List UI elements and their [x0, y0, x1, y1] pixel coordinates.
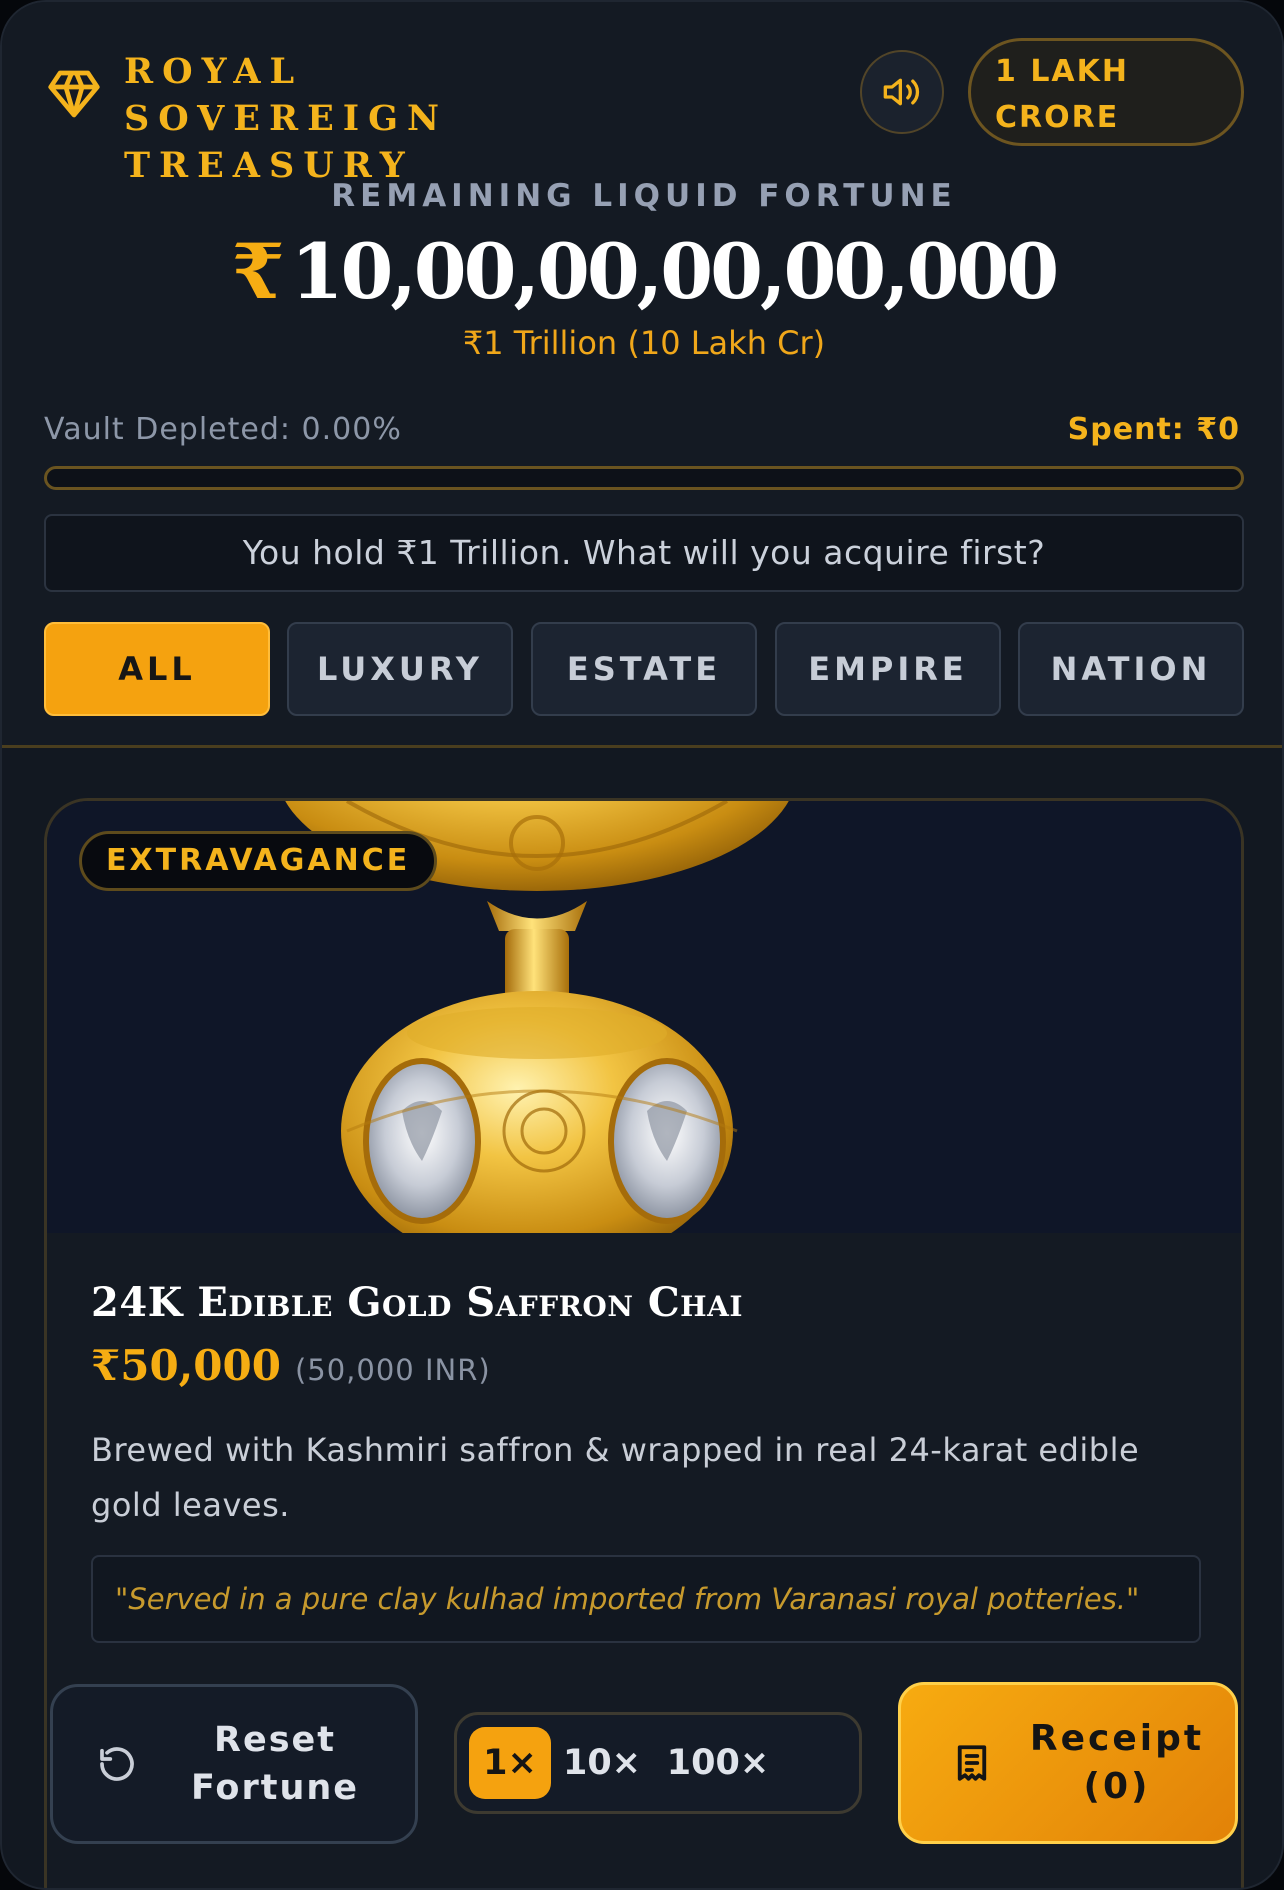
brand: ROYAL SOVEREIGN TREASURY [46, 48, 644, 189]
vault-progress-bar [44, 466, 1244, 490]
prompt-message: You hold ₹1 Trillion. What will you acqu… [44, 514, 1244, 592]
item-title: 24K Edible Gold Saffron Chai [91, 1279, 743, 1326]
sound-toggle-button[interactable] [860, 50, 944, 134]
brand-title: ROYAL SOVEREIGN TREASURY [124, 51, 449, 186]
item-price-inr: (50,000 INR) [294, 1353, 491, 1387]
tab-estate[interactable]: ESTATE [531, 622, 757, 716]
item-quote: "Served in a pure clay kulhad imported f… [91, 1555, 1201, 1643]
fortune-value: 10,00,00,00,00,000 [290, 227, 1060, 316]
reset-fortune-label: Reset Fortune [190, 1720, 360, 1808]
item-description: Brewed with Kashmiri saffron & wrapped i… [91, 1431, 1140, 1524]
vault-depleted-label: Vault Depleted: 0.00% [44, 412, 402, 447]
multiplier-selector: 1× 10× 100× [454, 1712, 862, 1814]
fortune-subtitle: ₹1 Trillion (10 Lakh Cr) [462, 324, 826, 362]
multiplier-10x[interactable]: 10× [557, 1727, 647, 1799]
item-image: EXTRAVAGANCE [47, 801, 1241, 1233]
receipt-button[interactable]: Receipt (0) [898, 1682, 1238, 1844]
bottom-bar: Reset Fortune 1× 10× 100× Receipt (0) [2, 1662, 1282, 1888]
tab-empire[interactable]: EMPIRE [775, 622, 1001, 716]
reset-fortune-button[interactable]: Reset Fortune [50, 1684, 418, 1844]
fortune-label: REMAINING LIQUID FORTUNE [331, 178, 957, 214]
tab-nation[interactable]: NATION [1018, 622, 1244, 716]
diamond-icon [48, 70, 100, 118]
tab-all[interactable]: ALL [44, 622, 270, 716]
speaker-icon [883, 78, 920, 106]
tab-luxury[interactable]: LUXURY [287, 622, 513, 716]
currency-symbol: ₹ [231, 227, 285, 316]
fortune-amount: ₹10,00,00,00,00,000 [2, 224, 1282, 320]
denomination-badge[interactable]: 1 LAKH CRORE [968, 38, 1244, 146]
header-divider [2, 745, 1282, 748]
category-tabs: ALL LUXURY ESTATE EMPIRE NATION [44, 622, 1244, 716]
header: ROYAL SOVEREIGN TREASURY 1 LAKH CRORE RE… [2, 2, 1282, 747]
rotate-ccw-icon [100, 1747, 134, 1781]
app-window: ROYAL SOVEREIGN TREASURY 1 LAKH CRORE RE… [0, 0, 1284, 1890]
receipt-label: Receipt (0) [1029, 1718, 1205, 1807]
receipt-icon [957, 1745, 987, 1781]
multiplier-1x[interactable]: 1× [469, 1727, 551, 1799]
price-row: ₹50,000 (50,000 INR) [91, 1341, 491, 1390]
multiplier-100x[interactable]: 100× [657, 1727, 779, 1799]
category-tag: EXTRAVAGANCE [79, 831, 438, 891]
item-price: ₹50,000 [91, 1341, 281, 1390]
spent-label: Spent: ₹0 [1067, 412, 1240, 447]
